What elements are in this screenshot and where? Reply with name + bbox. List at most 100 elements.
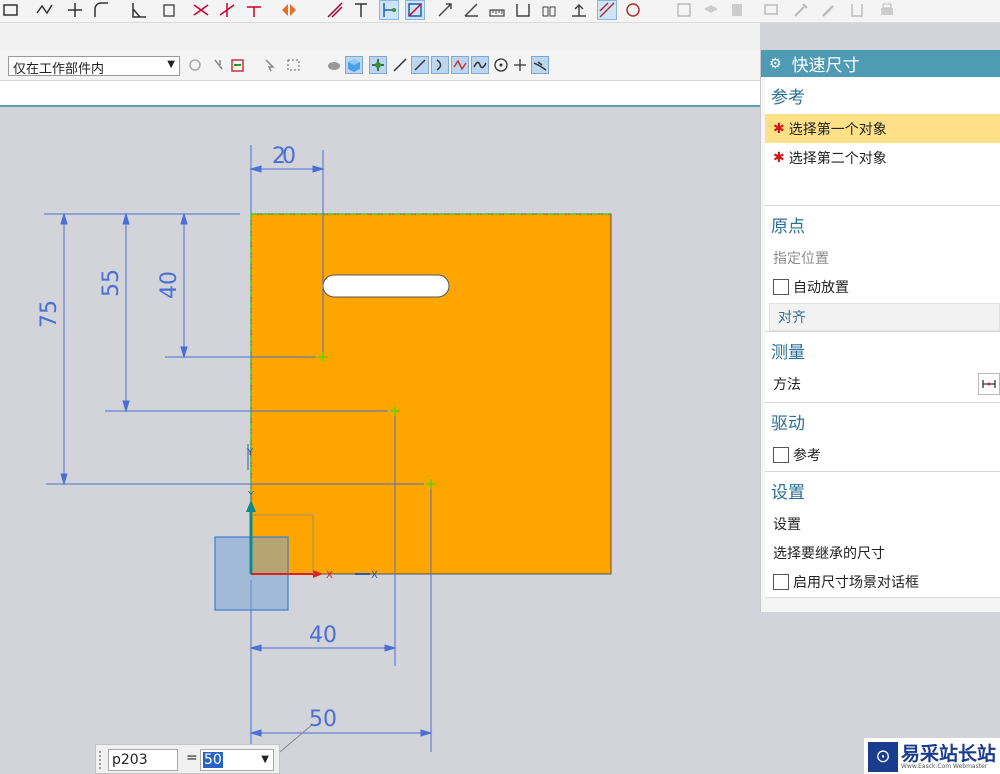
linear-dimension-icon[interactable] bbox=[405, 0, 425, 20]
equals-sign: = bbox=[186, 750, 198, 766]
inherit-dimension-row[interactable]: 选择要继承的尺寸 bbox=[765, 538, 1000, 567]
radial-dimension-icon[interactable] bbox=[436, 1, 454, 19]
required-star-icon: ✱ bbox=[773, 149, 785, 166]
enable-dialog-checkbox[interactable] bbox=[773, 573, 789, 590]
gear-icon[interactable]: ⚙ bbox=[769, 56, 782, 72]
stack-icon[interactable] bbox=[728, 1, 746, 19]
auto-place-label: 自动放置 bbox=[793, 279, 849, 296]
expression-name-field[interactable]: p203 bbox=[108, 749, 178, 771]
polyline-icon[interactable] bbox=[36, 1, 54, 19]
inherit-dimension-label: 选择要继承的尺寸 bbox=[773, 545, 885, 562]
solid-icon[interactable] bbox=[326, 57, 342, 73]
scope-select[interactable]: 仅在工作部件内 ▼ bbox=[8, 56, 180, 77]
mirror-icon[interactable] bbox=[280, 1, 298, 19]
wrench-icon[interactable] bbox=[820, 1, 838, 19]
snap-icon[interactable] bbox=[848, 1, 866, 19]
section-drive: 驱动 参考 bbox=[765, 403, 1000, 472]
dim-text-40-vertical[interactable]: 40 bbox=[157, 271, 182, 299]
cube-icon[interactable] bbox=[345, 56, 363, 74]
end-point-icon[interactable] bbox=[392, 57, 408, 73]
method-icon bbox=[982, 380, 996, 388]
slot-hole[interactable] bbox=[322, 274, 450, 298]
display-icon[interactable] bbox=[762, 1, 780, 19]
graphics-window[interactable]: 20 75 55 40 40 50 X Y X Y bbox=[0, 107, 760, 774]
enable-dialog-row[interactable]: 启用尺寸场景对话框 bbox=[765, 567, 1000, 596]
control-point-icon[interactable] bbox=[431, 56, 449, 74]
settings-row[interactable]: 设置 bbox=[765, 509, 1000, 538]
select-first-object-label: 选择第一个对象 bbox=[788, 121, 887, 138]
mid-point-icon[interactable] bbox=[411, 56, 429, 74]
auto-place-row[interactable]: 自动放置 bbox=[765, 272, 1000, 301]
drive-reference-checkbox[interactable] bbox=[773, 446, 789, 463]
quick-dimension-icon[interactable] bbox=[379, 0, 399, 20]
axis-x-label: X bbox=[326, 570, 333, 581]
auto-place-checkbox[interactable] bbox=[773, 278, 789, 295]
enable-dialog-label: 启用尺寸场景对话框 bbox=[793, 574, 919, 591]
dim-text-50-bottom[interactable]: 50 bbox=[309, 707, 337, 732]
section-reference: 参考 ✱ 选择第一个对象 ✱ 选择第二个对象 bbox=[765, 77, 1000, 206]
chamfer-icon[interactable] bbox=[130, 1, 148, 19]
quick-dimension-dialog: ⚙ 快速尺寸 参考 ✱ 选择第一个对象 ✱ 选择第二个对象 原点 指定位置 自动… bbox=[760, 50, 1000, 612]
feature-icon[interactable] bbox=[675, 1, 693, 19]
select-second-object-label: 选择第二个对象 bbox=[788, 150, 887, 167]
specify-location-row[interactable]: 指定位置 bbox=[765, 243, 1000, 272]
align-label: 对齐 bbox=[778, 310, 806, 326]
measure-icon[interactable] bbox=[570, 1, 588, 19]
watermark-logo-icon: ⊙ bbox=[868, 742, 898, 772]
axis-y-label-2: Y bbox=[246, 447, 254, 458]
offset-icon[interactable] bbox=[160, 1, 178, 19]
section-settings: 设置 设置 选择要继承的尺寸 启用尺寸场景对话框 bbox=[765, 472, 1000, 598]
dim-text-75[interactable]: 75 bbox=[37, 300, 62, 328]
angular-dimension-icon[interactable] bbox=[462, 1, 480, 19]
method-label: 方法 bbox=[773, 376, 801, 393]
dim-text-top-20[interactable]: 20 bbox=[272, 144, 296, 169]
layer-icon[interactable] bbox=[702, 1, 720, 19]
rectangle-icon[interactable] bbox=[2, 1, 20, 19]
inventory-icon[interactable] bbox=[540, 1, 558, 19]
dialog-header[interactable]: ⚙ 快速尺寸 bbox=[761, 50, 1000, 77]
curve-point-icon[interactable] bbox=[471, 56, 489, 74]
section-measure-title[interactable]: 测量 bbox=[765, 332, 1000, 369]
section-drive-title[interactable]: 驱动 bbox=[765, 403, 1000, 440]
drive-reference-row[interactable]: 参考 bbox=[765, 440, 1000, 469]
selection-arrow-icon[interactable] bbox=[262, 57, 278, 73]
align-subgroup[interactable]: 对齐 bbox=[769, 303, 1000, 331]
dim-text-55[interactable]: 55 bbox=[99, 269, 124, 297]
watermark-text: 易采站长站 bbox=[901, 743, 997, 765]
section-origin-title[interactable]: 原点 bbox=[765, 206, 1000, 243]
existing-point-icon[interactable] bbox=[512, 57, 528, 73]
tool-icon[interactable] bbox=[792, 1, 810, 19]
select-second-object-row[interactable]: ✱ 选择第二个对象 bbox=[765, 143, 1000, 172]
print-icon[interactable] bbox=[878, 1, 896, 19]
corner-icon[interactable] bbox=[245, 1, 263, 19]
drag-handle[interactable] bbox=[99, 751, 105, 769]
fillet-icon[interactable] bbox=[92, 1, 110, 19]
point-icon[interactable] bbox=[66, 1, 84, 19]
settings-label: 设置 bbox=[773, 516, 801, 533]
constraint-icon[interactable] bbox=[326, 1, 344, 19]
filter-icon[interactable] bbox=[187, 57, 203, 73]
select-first-object-row[interactable]: ✱ 选择第一个对象 bbox=[765, 114, 1000, 143]
section-settings-title[interactable]: 设置 bbox=[765, 472, 1000, 509]
section-reference-title[interactable]: 参考 bbox=[765, 77, 1000, 114]
box-select-icon[interactable] bbox=[286, 57, 302, 73]
ruler-icon[interactable] bbox=[488, 1, 506, 19]
section-measure: 测量 方法 bbox=[765, 332, 1000, 403]
watermark-subtext: Www.Easck.Com Webmaster bbox=[901, 763, 988, 770]
snap-point-icon[interactable] bbox=[369, 56, 387, 74]
face-select-icon[interactable] bbox=[230, 57, 246, 73]
point-on-curve-icon[interactable] bbox=[531, 56, 549, 74]
intersection-icon[interactable] bbox=[451, 56, 469, 74]
perimeter-icon[interactable] bbox=[514, 1, 532, 19]
trim-icon[interactable] bbox=[192, 1, 210, 19]
make-symmetric-icon[interactable] bbox=[352, 1, 370, 19]
method-dropdown[interactable] bbox=[978, 373, 1000, 395]
extend-icon[interactable] bbox=[218, 1, 236, 19]
general-selection-icon[interactable] bbox=[212, 57, 228, 73]
dim-text-40-bottom[interactable]: 40 bbox=[309, 623, 337, 648]
expression-value-field[interactable]: 50 ▼ bbox=[200, 749, 274, 771]
relation-icon[interactable] bbox=[624, 1, 642, 19]
auto-constrain-icon[interactable] bbox=[597, 0, 617, 20]
arc-center-icon[interactable] bbox=[493, 57, 509, 73]
chevron-down-icon[interactable]: ▼ bbox=[261, 750, 269, 770]
